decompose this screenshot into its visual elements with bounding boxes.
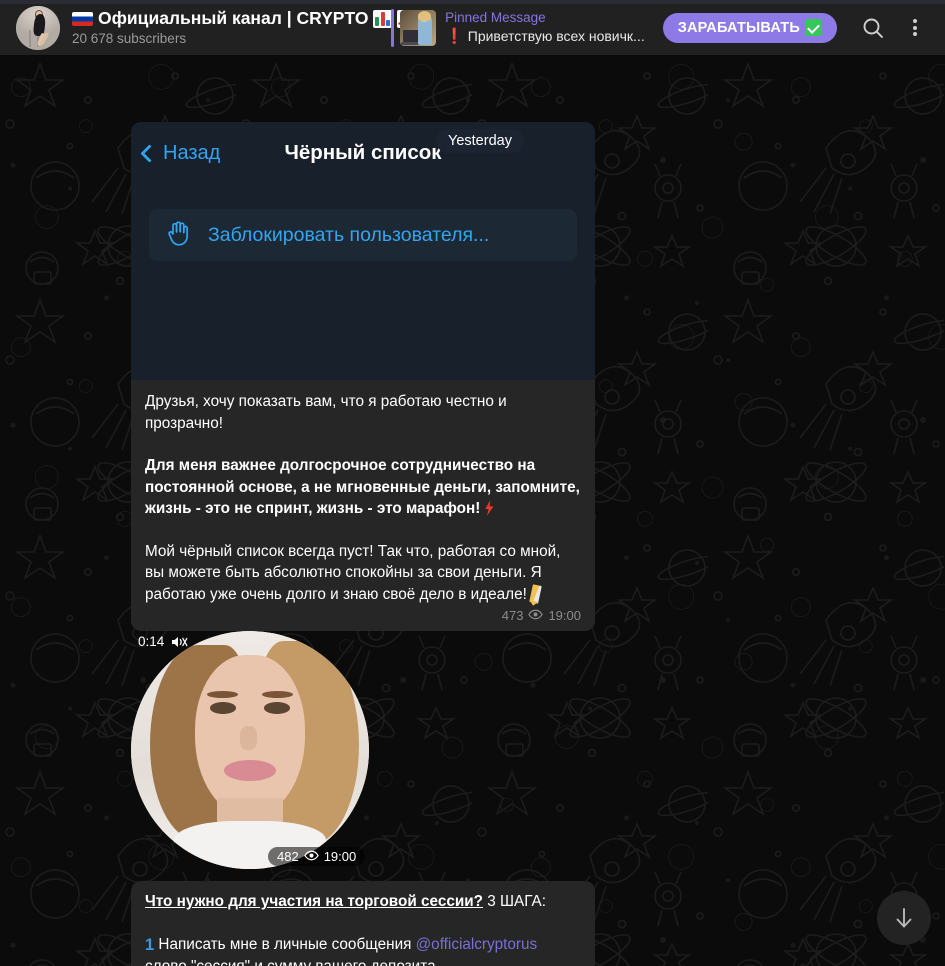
message-paragraph-2: Для меня важнее долгосрочное сотрудничес… — [145, 457, 580, 517]
message-time: 19:00 — [548, 608, 581, 623]
steps-spacer — [145, 913, 581, 934]
video-brow-right — [261, 690, 293, 698]
pinned-message-thumbnail — [400, 9, 437, 46]
raised-hand-icon — [166, 219, 192, 252]
eye-icon — [303, 849, 319, 864]
subscriber-count: 20 678 subscribers — [72, 31, 187, 46]
step-1-text-a: Написать мне в личные сообщения — [154, 935, 412, 953]
video-note-message[interactable] — [131, 631, 369, 869]
video-lips — [223, 759, 277, 781]
russia-flag-icon — [72, 11, 93, 26]
channel-avatar[interactable] — [16, 5, 60, 50]
message-bubble-text[interactable]: Друзья, хочу показать вам, что я работаю… — [131, 380, 595, 631]
video-message-time: 19:00 — [323, 849, 357, 864]
kebab-menu-icon[interactable] — [895, 8, 935, 48]
high-voltage-emoji — [485, 500, 494, 516]
pinned-message[interactable]: Pinned Message ❗ Приветствую всех новичк… — [391, 6, 645, 50]
message-paragraph-1: Друзья, хочу показать вам, что я работаю… — [145, 393, 507, 432]
thumbnail-hair — [418, 10, 432, 21]
pinned-accent-bar — [391, 8, 395, 47]
steps-heading: Что нужно для участия на торговой сессии… — [145, 893, 483, 910]
date-badge: Yesterday — [436, 129, 524, 153]
view-count: 473 — [501, 608, 524, 623]
eye-icon — [528, 608, 544, 623]
video-brow-left — [207, 690, 239, 698]
step-1-text-b: слово "сессия" и сумму вашего депозита — [145, 958, 436, 966]
pinned-label: Pinned Message — [445, 10, 546, 25]
block-user-button[interactable]: Заблокировать пользователя... — [149, 209, 577, 261]
steps-heading-tail: 3 ШАГА: — [483, 893, 546, 910]
blacklist-card[interactable]: Назад Чёрный список Заблокировать пользо… — [131, 122, 595, 380]
channel-header: Официальный канал | CRYPTO 20 678 subscr… — [0, 0, 945, 56]
video-note-duration: 0:14 — [138, 634, 188, 649]
keycap-1-emoji: 1 — [145, 935, 155, 954]
video-note-meta: 482 19:00 — [268, 847, 366, 866]
exclamation-mark-emoji: ❗ — [445, 28, 464, 45]
pencil-emoji — [529, 583, 542, 604]
blacklist-card-header: Назад Чёрный список — [131, 122, 595, 192]
pinned-text-block: Pinned Message ❗ Приветствую всех новичк… — [445, 9, 645, 46]
blacklist-card-title: Чёрный список — [284, 141, 442, 164]
block-user-label: Заблокировать пользователя... — [208, 223, 490, 246]
status-strip — [0, 0, 945, 4]
chat-area: Назад Чёрный список Заблокировать пользо… — [0, 56, 945, 966]
message-paragraph-3-wrap: Мой чёрный список всегда пуст! Так что, … — [145, 541, 581, 606]
pinned-preview-text: Приветствую всех новичк... — [467, 28, 645, 44]
channel-title-row: Официальный канал | CRYPTO — [72, 8, 417, 29]
message-paragraph-3: Мой чёрный список всегда пуст! Так что, … — [145, 542, 561, 603]
message-paragraph-2-wrap: Для меня важнее долгосрочное сотрудничес… — [145, 455, 581, 520]
mention-link[interactable]: @officialcryptorus — [416, 936, 538, 953]
channel-title-block[interactable]: Официальный канал | CRYPTO 20 678 subscr… — [72, 8, 417, 47]
channel-title: Официальный канал | CRYPTO — [98, 8, 369, 28]
white-check-mark-emoji — [805, 19, 822, 36]
video-duration-label: 0:14 — [138, 634, 165, 649]
search-icon[interactable] — [853, 8, 893, 48]
earn-button-label: ЗАРАБАТЫВАТЬ — [677, 19, 800, 36]
steps-heading-line: Что нужно для участия на торговой сессии… — [145, 891, 581, 913]
pinned-preview: ❗ Приветствую всех новичк... — [445, 27, 645, 46]
video-nose — [240, 726, 258, 750]
speaker-muted-icon[interactable] — [170, 635, 188, 649]
arrow-down-icon — [896, 908, 912, 928]
earn-button[interactable]: ЗАРАБАТЫВАТЬ — [662, 12, 837, 43]
bar-chart-emoji — [373, 9, 393, 28]
paragraph-spacer-2 — [145, 520, 581, 541]
video-view-count: 482 — [277, 849, 299, 864]
message-bubble-steps[interactable]: Что нужно для участия на торговой сессии… — [131, 881, 595, 966]
step-1-line: 1 Написать мне в личные сообщения @offic… — [145, 934, 581, 966]
avatar-photo — [16, 5, 60, 50]
message-meta: 473 19:00 — [145, 608, 581, 625]
scroll-to-bottom-button[interactable] — [877, 891, 931, 945]
